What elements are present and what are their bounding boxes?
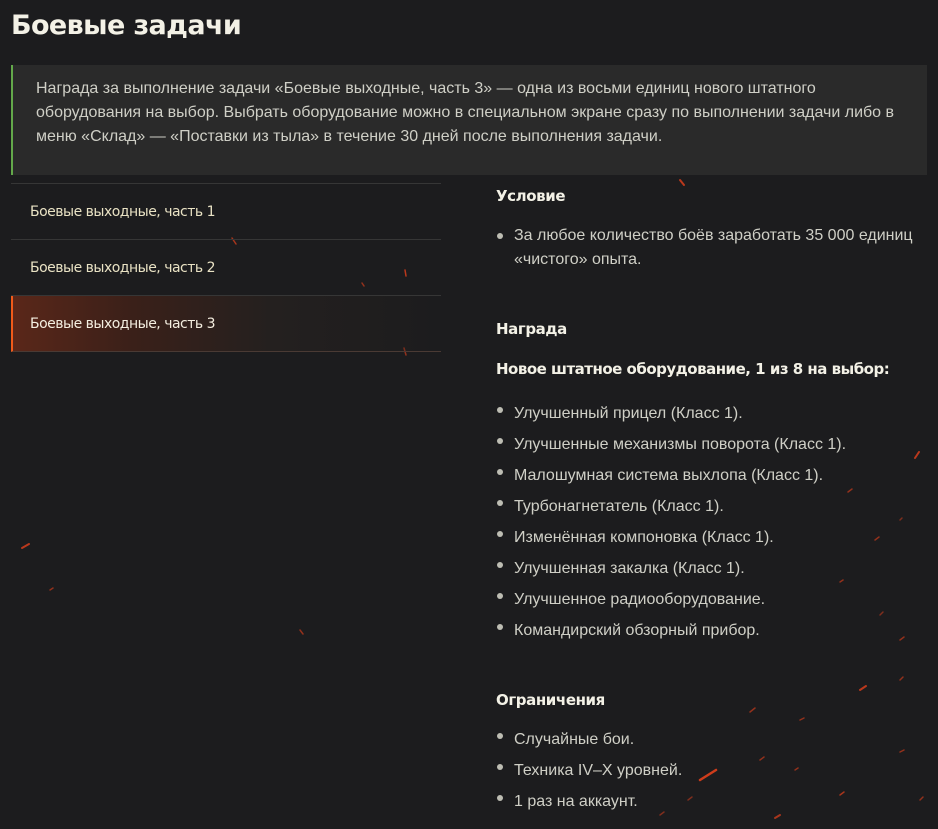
list-item: За любое количество боёв заработать 35 0… <box>496 224 926 272</box>
page: Боевые задачи Награда за выполнение зада… <box>0 0 938 829</box>
page-title: Боевые задачи <box>11 10 242 41</box>
list-item: Малошумная система выхлопа (Класс 1). <box>496 460 926 491</box>
tab-part-3[interactable]: Боевые выходные, часть 3 <box>11 296 441 352</box>
restrictions-list: Случайные бои. Техника IV–X уровней. 1 р… <box>496 724 926 817</box>
list-item: Улучшенная закалка (Класс 1). <box>496 553 926 584</box>
tab-part-1[interactable]: Боевые выходные, часть 1 <box>11 184 441 240</box>
list-item: Случайные бои. <box>496 724 926 755</box>
list-item: Улучшенный прицел (Класс 1). <box>496 398 926 429</box>
list-item: Техника IV–X уровней. <box>496 755 926 786</box>
reward-list: Улучшенный прицел (Класс 1). Улучшенные … <box>496 398 926 646</box>
tab-part-2[interactable]: Боевые выходные, часть 2 <box>11 240 441 296</box>
list-item: 1 раз на аккаунт. <box>496 786 926 817</box>
list-item: Улучшенные механизмы поворота (Класс 1). <box>496 429 926 460</box>
restrictions-heading: Ограничения <box>496 691 605 709</box>
list-item: Улучшенное радиооборудование. <box>496 584 926 615</box>
condition-heading: Условие <box>496 187 566 205</box>
reward-notice: Награда за выполнение задачи «Боевые вых… <box>11 65 927 175</box>
list-item: Турбонагнетатель (Класс 1). <box>496 491 926 522</box>
list-item: Изменённая компоновка (Класс 1). <box>496 522 926 553</box>
list-item: Командирский обзорный прибор. <box>496 615 926 646</box>
condition-list: За любое количество боёв заработать 35 0… <box>496 224 926 272</box>
mission-tabs: Боевые выходные, часть 1 Боевые выходные… <box>11 183 441 352</box>
reward-heading: Награда <box>496 320 567 338</box>
reward-subheading: Новое штатное оборудование, 1 из 8 на вы… <box>496 360 890 378</box>
mission-details: Условие За любое количество боёв заработ… <box>496 183 926 817</box>
